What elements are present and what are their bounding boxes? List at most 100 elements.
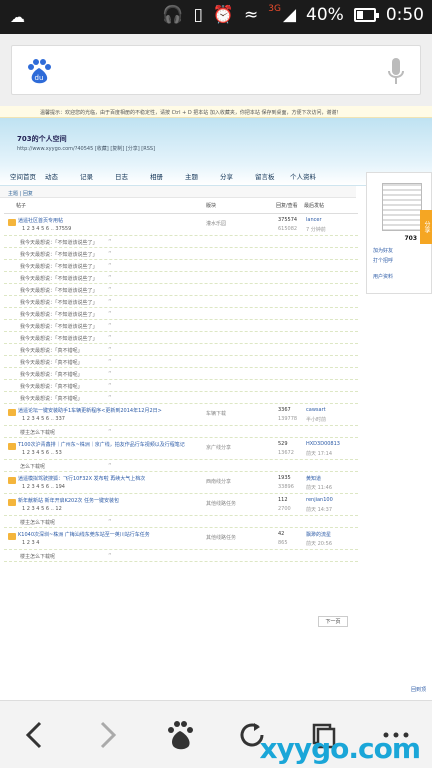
reply-row[interactable]: 我今天最想说：「不知道该说些了」 ”	[4, 236, 358, 248]
reply-row[interactable]: 我今天最想说：「真不错呢」 ”	[4, 344, 358, 356]
thread-forum[interactable]: 灌水乐园	[206, 220, 226, 227]
reply-text[interactable]: 楼主怎么下载呢	[20, 429, 55, 436]
reply-text[interactable]: 我今天最想说：「真不错呢」	[20, 395, 83, 402]
nav-item[interactable]: 相册	[150, 171, 185, 181]
thread-row[interactable]: 逍遥社区首页专用帖 1 2 3 4 5 6 .. 37559 灌水乐园 375574 6…	[4, 214, 358, 236]
breadcrumb[interactable]: 主题 | 回复	[0, 186, 356, 198]
user-name[interactable]: 703	[404, 235, 417, 242]
nav-item[interactable]: 记录	[80, 171, 115, 181]
baidu-home-icon[interactable]	[164, 719, 196, 751]
reply-text[interactable]: 我今天最想说：「不知道该说些了」	[20, 263, 98, 270]
back-to-top-link[interactable]: 回到顶	[411, 686, 426, 693]
microphone-icon[interactable]	[388, 58, 404, 86]
thread-pages[interactable]: 1 2 3 4 5 6 .. 12	[22, 506, 62, 512]
blog-url[interactable]: http://www.xyygo.com/?40545 [收藏] [复制] [分…	[17, 145, 155, 152]
back-icon[interactable]	[20, 719, 52, 751]
thread-row[interactable]: T100次沪青鑫排｜广州东~株洲｜京广线，拍友作品行车视频以及行程笔记 1 2 3…	[4, 438, 358, 460]
thread-forum[interactable]: 京广线分享	[206, 444, 231, 451]
nav-item[interactable]: 留言板	[255, 171, 290, 181]
thread-row[interactable]: 逍遥论坛一键安装助手1车辆更新程序<更新到2014年12月2日> 1 2 3 4 …	[4, 404, 358, 426]
add-friend-link[interactable]: 加为好友	[373, 247, 393, 254]
user-info-link[interactable]: 用户资料	[373, 273, 393, 280]
reply-text[interactable]: 我今天最想说：「不知道该说些了」	[20, 311, 98, 318]
reply-row[interactable]: 我今天最想说：「真不错呢」 ”	[4, 380, 358, 392]
reply-row[interactable]: 我今天最想说：「不知道该说些了」 ”	[4, 308, 358, 320]
thread-title[interactable]: 逍遥模拟驾驶搜狐：飞行10F32X 发布啦 再续大气上档次	[18, 475, 145, 482]
reply-count: 3367	[278, 407, 291, 413]
reply-text[interactable]: 我今天最想说：「不知道该说些了」	[20, 335, 98, 342]
reply-text[interactable]: 我今天最想说：「真不错呢」	[20, 383, 83, 390]
reply-row[interactable]: 我今天最想说：「真不错呢」 ”	[4, 392, 358, 404]
thread-title[interactable]: 新年献新站 新年开启K202次 任务一键安装包	[18, 497, 119, 504]
reply-row[interactable]: 我今天最想说：「不知道该说些了」 ”	[4, 332, 358, 344]
nav-item[interactable]: 主题	[185, 171, 220, 181]
blog-title[interactable]: 703的个人空间	[17, 134, 67, 144]
nav-item[interactable]: 空间首页	[10, 171, 45, 181]
thread-pages[interactable]: 1 2 3 4	[22, 540, 40, 546]
reply-row[interactable]: 我今天最想说：「不知道该说些了」 ”	[4, 320, 358, 332]
thread-title[interactable]: 逍遥论坛一键安装助手1车辆更新程序<更新到2014年12月2日>	[18, 407, 162, 414]
forward-icon[interactable]	[92, 719, 124, 751]
reply-row[interactable]: 楼主怎么下载呢 ”	[4, 426, 358, 438]
thread-forum[interactable]: 其他线路任务	[206, 534, 236, 541]
reply-text[interactable]: 楼主怎么下载呢	[20, 553, 55, 560]
reply-text[interactable]: 我今天最想说：「不知道该说些了」	[20, 323, 98, 330]
reply-row[interactable]: 我今天最想说：「不知道该说些了」 ”	[4, 260, 358, 272]
reply-text[interactable]: 我今天最想说：「不知道该说些了」	[20, 239, 98, 246]
thread-pages[interactable]: 1 2 3 4 5 6 .. 194	[22, 484, 65, 490]
reply-text[interactable]: 我今天最想说：「不知道该说些了」	[20, 251, 98, 258]
thread-title[interactable]: K1040次深圳~株洲 广梅汕线东莞东站至一英川站行车任务	[18, 531, 150, 538]
greet-link[interactable]: 打个招呼	[373, 257, 393, 264]
reply-text[interactable]: 怎么下载呢	[20, 463, 45, 470]
reply-row[interactable]: 我今天最想说：「不知道该说些了」 ”	[4, 272, 358, 284]
reply-row[interactable]: 怎么下载呢 ”	[4, 460, 358, 472]
reply-row[interactable]: 我今天最想说：「不知道该说些了」 ”	[4, 248, 358, 260]
thread-forum[interactable]: 其他线路任务	[206, 500, 236, 507]
nav-item[interactable]: 动态	[45, 171, 80, 181]
last-poster[interactable]: cawsart	[306, 407, 326, 413]
quote-mark: ”	[108, 382, 112, 390]
thread-row[interactable]: K1040次深圳~株洲 广梅汕线东莞东站至一英川站行车任务 1 2 3 4 其他线路…	[4, 528, 358, 550]
view-count: 13672	[278, 450, 294, 456]
reply-row[interactable]: 我今天最想说：「不知道该说些了」 ”	[4, 296, 358, 308]
last-poster[interactable]: 飘渺的流星	[306, 531, 331, 538]
nav-item[interactable]: 分享	[220, 171, 255, 181]
web-page: 温馨提示：欢迎您的光临，由于百度相册的不稳定性，请按 Ctrl + D 把本站 …	[0, 106, 432, 700]
thread-pages[interactable]: 1 2 3 4 5 6 .. 53	[22, 450, 62, 456]
thread-pages[interactable]: 1 2 3 4 5 6 .. 337	[22, 416, 65, 422]
quote-mark: ”	[108, 310, 112, 318]
last-poster[interactable]: lancer	[306, 217, 322, 223]
thread-forum[interactable]: 车辆下载	[206, 410, 226, 417]
reply-text[interactable]: 我今天最想说：「真不错呢」	[20, 347, 83, 354]
next-page-button[interactable]: 下一页	[318, 616, 348, 627]
thread-title[interactable]: T100次沪青鑫排｜广州东~株洲｜京广线，拍友作品行车视频以及行程笔记	[18, 441, 185, 448]
reply-text[interactable]: 楼主怎么下载呢	[20, 519, 55, 526]
last-post-time: 前天 20:56	[306, 541, 332, 547]
reply-text[interactable]: 我今天最想说：「不知道该说些了」	[20, 287, 98, 294]
reply-row[interactable]: 我今天最想说：「不知道该说些了」 ”	[4, 284, 358, 296]
nav-item[interactable]: 个人资料	[290, 171, 340, 181]
reply-text[interactable]: 我今天最想说：「不知道该说些了」	[20, 275, 98, 282]
thread-pages[interactable]: 1 2 3 4 5 6 .. 37559	[22, 226, 71, 232]
last-post-time: 7 分钟前	[306, 227, 326, 233]
reply-text[interactable]: 我今天最想说：「真不错呢」	[20, 371, 83, 378]
search-input[interactable]: du	[11, 45, 421, 95]
reply-text[interactable]: 我今天最想说：「不知道该说些了」	[20, 299, 98, 306]
table-header: 帖子 版块 回复/查看 最后发帖	[4, 198, 358, 214]
reply-row[interactable]: 我今天最想说：「真不错呢」 ”	[4, 368, 358, 380]
reply-row[interactable]: 楼主怎么下载呢 ”	[4, 516, 358, 528]
last-poster[interactable]: renjian100	[306, 497, 333, 503]
status-bar: ☁ 🎧 ▯ ⏰ ≈ 3G ◢ 40% 0:50	[0, 0, 432, 34]
thread-forum[interactable]: 西南线分享	[206, 478, 231, 485]
thread-title[interactable]: 逍遥社区首页专用帖	[18, 217, 63, 224]
last-poster[interactable]: 黄知道	[306, 475, 321, 482]
thread-row[interactable]: 新年献新站 新年开启K202次 任务一键安装包 1 2 3 4 5 6 .. 12…	[4, 494, 358, 516]
last-poster[interactable]: HXD3D00813	[306, 441, 340, 447]
reply-text[interactable]: 我今天最想说：「真不错呢」	[20, 359, 83, 366]
reply-row[interactable]: 楼主怎么下载呢 ”	[4, 550, 358, 562]
nav-item[interactable]: 日志	[115, 171, 150, 181]
user-avatar[interactable]	[382, 183, 422, 231]
thread-row[interactable]: 逍遥模拟驾驶搜狐：飞行10F32X 发布啦 再续大气上档次 1 2 3 4 5 6…	[4, 472, 358, 494]
reply-row[interactable]: 我今天最想说：「真不错呢」 ”	[4, 356, 358, 368]
share-tab[interactable]: 分享	[420, 210, 432, 244]
